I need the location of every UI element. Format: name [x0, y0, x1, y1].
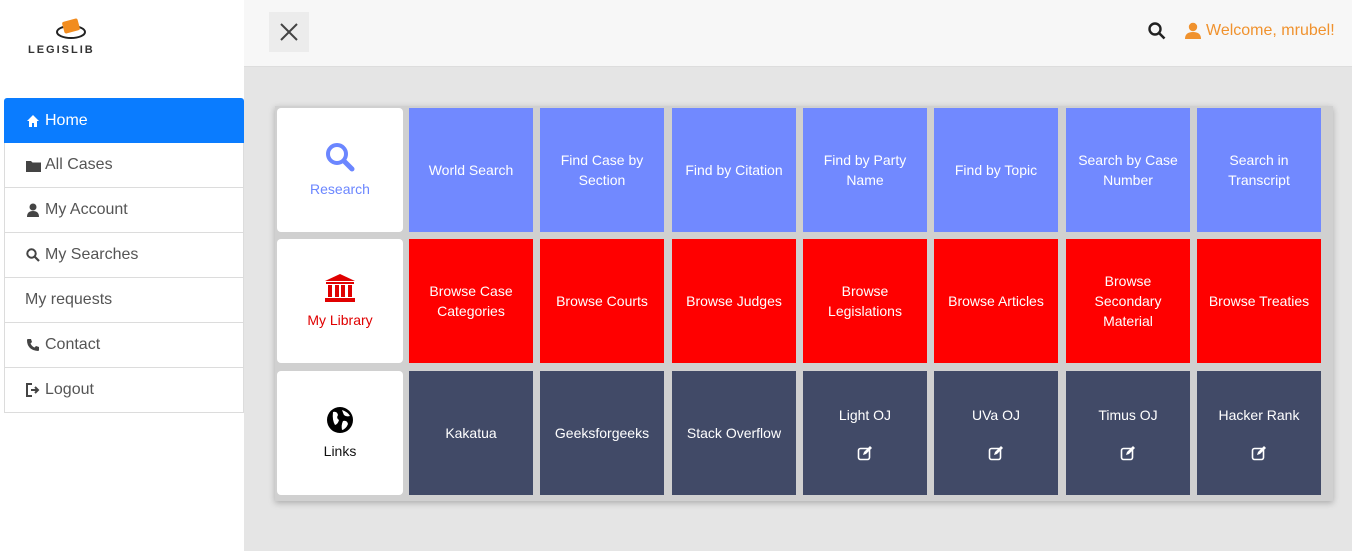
sidebar-item-label: Logout [45, 381, 94, 398]
tile-search-in-transcript[interactable]: Search in Transcript [1197, 108, 1321, 232]
edit-icon [988, 445, 1004, 461]
tile-label: Browse Legislations [828, 283, 902, 319]
sidebar-item-label: Contact [45, 336, 101, 353]
phone-icon [25, 337, 41, 353]
tile-label: UVa OJ [972, 407, 1020, 423]
user-icon [1185, 22, 1201, 39]
tile-label: Browse Secondary Material [1094, 273, 1162, 329]
home-icon [25, 113, 41, 129]
sidebar-item-label: My requests [25, 291, 113, 308]
folder-icon [25, 157, 41, 173]
tile-label: Timus OJ [1098, 407, 1158, 423]
tile-browse-case-categories[interactable]: Browse Case Categories [409, 239, 533, 363]
sidebar-item-label: My Searches [45, 246, 139, 263]
sidebar-item-all-cases[interactable]: All Cases [4, 143, 244, 188]
tile-label: Kakatua [445, 425, 497, 441]
search-icon [1148, 22, 1166, 40]
sidebar-nav: Home All Cases My Account My Searches My… [4, 98, 244, 413]
tile-find-by-citation[interactable]: Find by Citation [672, 108, 796, 232]
tile-label: Geeksforgeeks [554, 425, 650, 441]
sidebar-item-my-requests[interactable]: My requests [4, 278, 244, 323]
edit-icon [1251, 445, 1267, 461]
tile-label: Browse Treaties [1208, 293, 1310, 309]
edit-icon [857, 445, 873, 461]
tile-timus-oj[interactable]: Timus OJ [1066, 371, 1190, 495]
sidebar: LEGISLIB Home All Cases My Account My Se… [0, 0, 244, 551]
sidebar-item-my-searches[interactable]: My Searches [4, 233, 244, 278]
row-header-label: My Library [307, 311, 373, 328]
tile-label: Browse Articles [948, 293, 1044, 309]
tile-label: World Search [428, 162, 514, 178]
row-header-research[interactable]: Research [277, 108, 403, 232]
tile-label: Browse Case Categories [429, 283, 513, 319]
tile-browse-articles[interactable]: Browse Articles [934, 239, 1058, 363]
library-icon [324, 273, 356, 308]
sidebar-item-label: My Account [45, 201, 128, 218]
sidebar-item-home[interactable]: Home [4, 98, 244, 143]
tile-find-case-by-section[interactable]: Find Case by Section [540, 108, 664, 232]
tile-label: Hacker Rank [1218, 407, 1300, 423]
row-header-label: Research [310, 180, 370, 197]
brand-name: LEGISLIB [28, 44, 95, 56]
tile-label: Find by Party Name [823, 152, 907, 188]
row-header-my-library[interactable]: My Library [277, 239, 403, 363]
tile-label: Browse Judges [686, 293, 782, 309]
user-menu[interactable]: Welcome, mrubel! [1184, 22, 1335, 40]
tile-stack-overflow[interactable]: Stack Overflow [672, 371, 796, 495]
tile-browse-judges[interactable]: Browse Judges [672, 239, 796, 363]
tile-label: Find by Citation [685, 162, 783, 178]
tile-label: Stack Overflow [686, 425, 782, 441]
tile-find-by-party-name[interactable]: Find by Party Name [803, 108, 927, 232]
logo-mark [56, 18, 86, 39]
tile-browse-legislations[interactable]: Browse Legislations [803, 239, 927, 363]
sidebar-item-contact[interactable]: Contact [4, 323, 244, 368]
logo[interactable]: LEGISLIB [28, 18, 118, 58]
search-icon [25, 247, 41, 263]
row-header-links[interactable]: Links [277, 371, 403, 495]
globe-icon [326, 406, 354, 439]
close-icon [280, 23, 298, 41]
tile-geeksforgeeks[interactable]: Geeksforgeeks [540, 371, 664, 495]
tile-label: Find by Topic [954, 162, 1038, 178]
tile-label: Browse Courts [556, 293, 648, 309]
tile-light-oj[interactable]: Light OJ [803, 371, 927, 495]
user-icon [25, 202, 41, 218]
tile-browse-treaties[interactable]: Browse Treaties [1197, 239, 1321, 363]
top-bar: Welcome, mrubel! [244, 0, 1352, 67]
sidebar-item-label: All Cases [45, 156, 113, 173]
feature-grid: Research World Search Find Case by Section… [275, 106, 1333, 501]
tile-world-search[interactable]: World Search [409, 108, 533, 232]
tile-search-by-case-number[interactable]: Search by Case Number [1066, 108, 1190, 232]
edit-icon [1120, 445, 1136, 461]
tile-kakatua[interactable]: Kakatua [409, 371, 533, 495]
tile-label: Search in Transcript [1228, 152, 1290, 188]
tile-uva-oj[interactable]: UVa OJ [934, 371, 1058, 495]
close-sidebar-button[interactable] [269, 12, 309, 52]
sidebar-item-my-account[interactable]: My Account [4, 188, 244, 233]
tile-label: Search by Case Number [1078, 152, 1178, 188]
tile-browse-courts[interactable]: Browse Courts [540, 239, 664, 363]
header-search-button[interactable] [1148, 22, 1168, 42]
sidebar-item-label: Home [45, 111, 88, 129]
logout-icon [25, 382, 41, 398]
sidebar-item-logout[interactable]: Logout [4, 368, 244, 413]
welcome-text: Welcome, mrubel! [1206, 22, 1335, 39]
tile-hacker-rank[interactable]: Hacker Rank [1197, 371, 1321, 495]
row-header-label: Links [323, 442, 357, 459]
tile-label: Light OJ [838, 407, 892, 423]
tile-find-by-topic[interactable]: Find by Topic [934, 108, 1058, 232]
search-icon [325, 142, 355, 177]
tile-browse-secondary-material[interactable]: Browse Secondary Material [1066, 239, 1190, 363]
tile-label: Find Case by Section [560, 152, 644, 188]
